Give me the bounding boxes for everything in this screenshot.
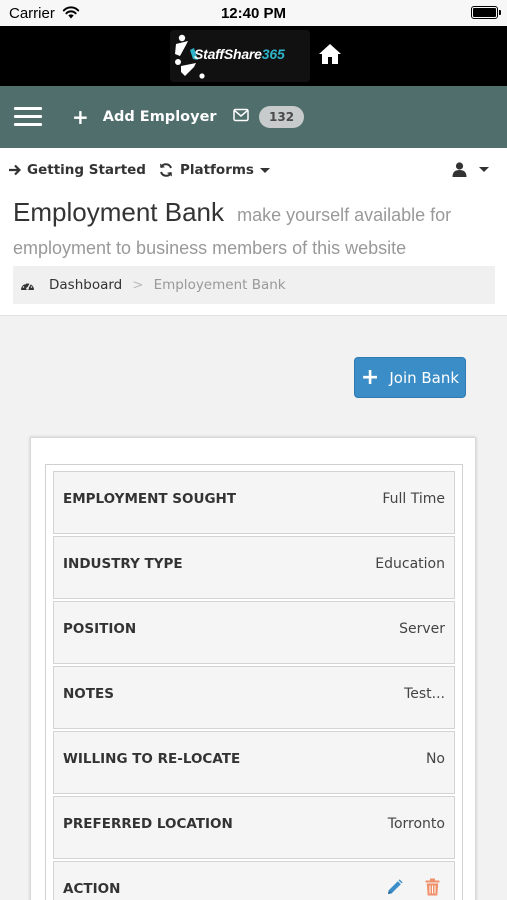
breadcrumb: Dashboard > Employement Bank	[13, 266, 495, 304]
brand-bar: StaffShare365	[0, 26, 507, 86]
hamburger-menu-icon[interactable]	[14, 107, 42, 127]
home-icon[interactable]	[318, 43, 342, 65]
detail-label: INDUSTRY TYPE	[63, 556, 183, 572]
logo-text: StaffShare365	[194, 46, 285, 62]
battery-icon	[471, 6, 501, 19]
add-employer-label: Add Employer	[102, 109, 217, 125]
dashboard-gauge-icon	[21, 283, 34, 290]
trash-delete-icon[interactable]	[425, 878, 440, 896]
pencil-edit-icon[interactable]	[386, 878, 403, 896]
detail-row-preferred-location: PREFERRED LOCATION Torronto	[53, 796, 455, 859]
details-table: EMPLOYMENT SOUGHT Full Time INDUSTRY TYP…	[45, 464, 463, 900]
message-count-badge[interactable]: 132	[259, 106, 305, 128]
getting-started-label: Getting Started	[27, 162, 146, 178]
breadcrumb-current: Employement Bank	[153, 277, 286, 293]
detail-label: ACTION	[63, 881, 121, 897]
detail-value: Education	[375, 556, 445, 572]
breadcrumb-dashboard-link[interactable]: Dashboard	[49, 277, 122, 293]
arrow-right-icon	[9, 164, 21, 176]
detail-row-action: ACTION	[53, 861, 455, 900]
getting-started-link[interactable]: Getting Started	[8, 162, 146, 178]
join-bank-label: Join Bank	[389, 368, 460, 387]
status-time: 12:40 PM	[220, 5, 287, 22]
detail-label: PREFERRED LOCATION	[63, 816, 233, 832]
page-title-block: Employment Bank make yourself available …	[13, 196, 493, 265]
detail-label: POSITION	[63, 621, 137, 637]
breadcrumb-separator: >	[132, 277, 144, 293]
detail-value: Test...	[404, 686, 445, 702]
detail-value: Server	[399, 621, 445, 637]
detail-row-employment-sought: EMPLOYMENT SOUGHT Full Time	[53, 471, 455, 534]
add-employer-button[interactable]: + Add Employer	[72, 105, 217, 129]
detail-value: Torronto	[387, 816, 445, 832]
detail-row-notes: NOTES Test...	[53, 666, 455, 729]
detail-label: WILLING TO RE-LOCATE	[63, 751, 241, 767]
detail-label: NOTES	[63, 686, 114, 702]
status-bar: Carrier 12:40 PM	[0, 0, 507, 26]
refresh-icon	[159, 163, 172, 177]
staffshare-logo[interactable]: StaffShare365	[170, 30, 310, 82]
detail-label: EMPLOYMENT SOUGHT	[63, 491, 237, 507]
caret-down-icon	[259, 167, 270, 173]
detail-row-position: POSITION Server	[53, 601, 455, 664]
detail-value: Full Time	[382, 491, 445, 507]
envelope-icon[interactable]	[233, 108, 249, 122]
page-header-area: Getting Started Platforms Employment Ban…	[0, 148, 507, 316]
join-bank-button[interactable]: + Join Bank	[354, 357, 466, 398]
detail-row-industry-type: INDUSTRY TYPE Education	[53, 536, 455, 599]
row-actions	[386, 878, 440, 896]
top-nav: Getting Started Platforms	[8, 162, 282, 178]
page-title: Employment Bank	[13, 197, 224, 227]
caret-down-icon	[479, 167, 489, 172]
platforms-dropdown[interactable]: Platforms	[158, 162, 270, 178]
user-menu-dropdown[interactable]	[452, 162, 489, 177]
main-navbar: + Add Employer 132	[0, 86, 507, 148]
plus-icon: +	[360, 364, 380, 390]
user-icon	[452, 162, 467, 177]
platforms-label: Platforms	[179, 162, 254, 178]
plus-icon: +	[72, 105, 89, 129]
employment-details-panel: EMPLOYMENT SOUGHT Full Time INDUSTRY TYP…	[30, 437, 476, 900]
detail-row-willing-to-relocate: WILLING TO RE-LOCATE No	[53, 731, 455, 794]
detail-value: No	[425, 751, 445, 767]
